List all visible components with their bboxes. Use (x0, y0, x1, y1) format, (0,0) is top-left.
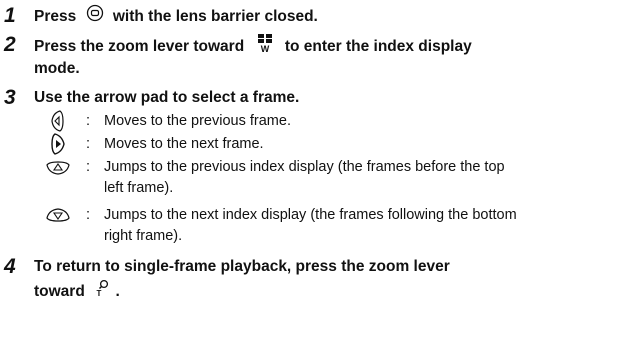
step-text-part: toward (34, 283, 85, 300)
step-text-part: with the lens barrier closed. (112, 8, 318, 25)
zoom-w-index-icon: W (255, 33, 275, 60)
item-colon: : (86, 136, 91, 152)
arrow-right-icon (50, 133, 66, 160)
item-colon: : (86, 159, 91, 175)
step-number: 4 (4, 255, 16, 278)
step-number: 2 (4, 33, 16, 56)
svg-text:W: W (260, 44, 269, 53)
step-text: Use the arrow pad to select a frame. (34, 89, 300, 106)
item-description-continued: right frame). (104, 228, 183, 244)
item-description: Jumps to the next index display (the fra… (104, 207, 517, 223)
playback-button-icon (86, 4, 104, 29)
item-description-continued: left frame). (104, 180, 174, 196)
item-colon: : (86, 113, 91, 129)
step-text-part: Press the zoom lever toward (34, 38, 245, 55)
item-description: Moves to the previous frame. (104, 113, 291, 129)
zoom-t-icon: T (94, 279, 110, 304)
step-text-continued: toward T . (34, 279, 120, 304)
svg-text:T: T (97, 289, 102, 297)
item-description: Jumps to the previous index display (the… (104, 159, 505, 175)
step-number: 1 (4, 4, 16, 27)
step-text-part: Press (34, 8, 77, 25)
item-colon: : (86, 207, 91, 223)
step-text-part: . (115, 283, 120, 300)
item-description: Moves to the next frame. (104, 136, 264, 152)
step-text: To return to single-frame playback, pres… (34, 258, 450, 275)
step-number: 3 (4, 86, 16, 109)
step-text-part: to enter the index display (284, 38, 472, 55)
step-text-continued: mode. (34, 60, 80, 77)
arrow-up-icon (46, 161, 70, 180)
arrow-down-icon (46, 208, 70, 227)
step-text: Press the zoom lever toward W to enter t… (34, 33, 472, 60)
step-text: Press with the lens barrier closed. (34, 4, 318, 29)
